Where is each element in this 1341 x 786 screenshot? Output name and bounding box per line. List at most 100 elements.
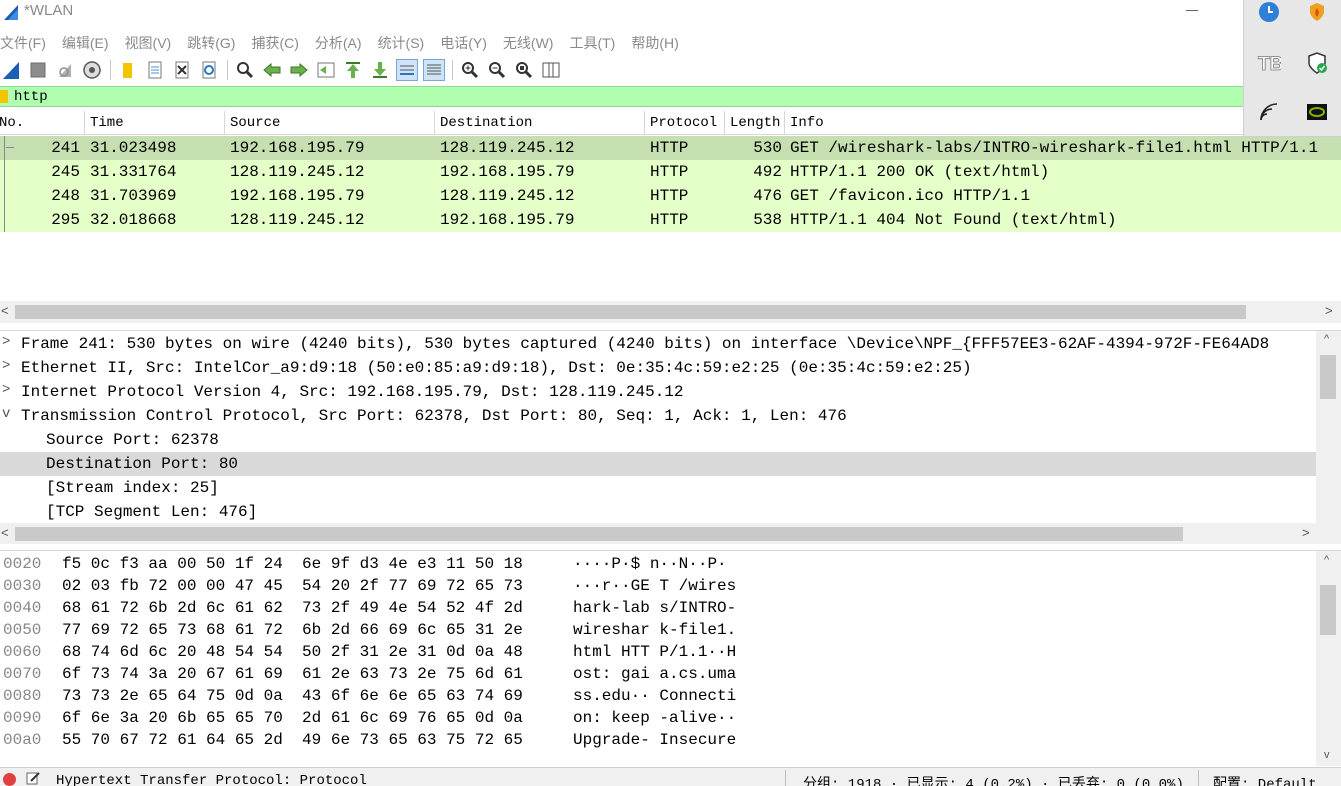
column-header-source[interactable]: Source [225, 111, 435, 135]
clock-icon[interactable] [1257, 0, 1281, 24]
capture-comment-icon[interactable] [26, 771, 40, 785]
detail-text: Ethernet II, Src: IntelCor_a9:d9:18 (50:… [21, 359, 972, 377]
colorize-icon[interactable] [423, 59, 445, 81]
detail-field-row[interactable]: [Stream index: 25] [0, 476, 1316, 500]
column-header-no[interactable]: No. [0, 111, 85, 135]
menu-item[interactable]: 帮助(H) [631, 30, 686, 54]
menu-item[interactable]: 跳转(G) [187, 30, 243, 54]
expand-chevron-icon[interactable]: > [2, 358, 16, 374]
expert-info-icon[interactable] [3, 773, 16, 786]
hex-group: 6e 9f d3 4e e3 11 50 18 [302, 555, 523, 573]
go-first-icon[interactable] [342, 59, 364, 81]
packet-info: GET /wireshark-labs/INTRO-wireshark-file… [790, 139, 1319, 157]
packet-row[interactable]: 245 31.331764 128.119.245.12 192.168.195.79… [0, 160, 1341, 184]
scrollbar-thumb[interactable] [1320, 585, 1336, 635]
expand-chevron-icon[interactable]: > [2, 382, 16, 398]
stop-capture-icon[interactable] [27, 59, 49, 81]
ascii-group: wireshar [573, 621, 650, 639]
restart-capture-icon[interactable] [54, 59, 76, 81]
scroll-left-icon[interactable]: < [1, 303, 9, 318]
status-profile[interactable]: 配置: Default [1213, 773, 1317, 786]
scroll-right-icon[interactable]: > [1302, 525, 1310, 540]
packet-row[interactable]: 248 31.703969 192.168.195.79 128.119.245.12… [0, 184, 1341, 208]
hex-group: 54 20 2f 77 69 72 65 73 [302, 577, 523, 595]
packet-destination: 128.119.245.12 [440, 139, 575, 157]
scroll-up-icon[interactable]: ^ [1324, 554, 1329, 566]
scroll-up-icon[interactable]: ^ [1324, 333, 1329, 345]
packet-info: HTTP/1.1 200 OK (text/html) [790, 163, 1050, 181]
expand-chevron-icon[interactable]: > [2, 334, 16, 350]
detail-protocol-row[interactable]: > Internet Protocol Version 4, Src: 192.1… [0, 380, 1316, 404]
column-header-destination[interactable]: Destination [435, 111, 645, 135]
find-packet-icon[interactable] [234, 59, 256, 81]
open-file-icon[interactable] [117, 59, 139, 81]
zoom-in-icon[interactable] [459, 59, 481, 81]
go-to-packet-icon[interactable] [315, 59, 337, 81]
filter-bookmark-icon[interactable] [0, 90, 8, 103]
resize-columns-icon[interactable] [540, 59, 562, 81]
hex-group: 61 2e 63 73 2e 75 6d 61 [302, 665, 523, 683]
detail-protocol-row[interactable]: > Ethernet II, Src: IntelCor_a9:d9:18 (50… [0, 356, 1316, 380]
menu-item[interactable]: 文件(F) [0, 30, 54, 54]
bytes-vscrollbar[interactable]: ^ v [1316, 551, 1341, 766]
packet-list-hscrollbar[interactable]: < > [0, 301, 1341, 323]
detail-protocol-row[interactable]: > Frame 241: 530 bytes on wire (4240 bits… [0, 332, 1316, 356]
nvidia-icon[interactable] [1305, 100, 1329, 124]
menu-item[interactable]: 工具(T) [569, 30, 623, 54]
detail-text: [Stream index: 25] [46, 479, 219, 497]
go-last-icon[interactable] [369, 59, 391, 81]
details-vscrollbar[interactable]: ^ [1316, 331, 1341, 523]
go-back-icon[interactable] [261, 59, 283, 81]
packet-protocol: HTTP [650, 139, 689, 157]
zoom-out-icon[interactable] [486, 59, 508, 81]
close-file-icon[interactable] [171, 59, 193, 81]
column-header-length[interactable]: Length [725, 111, 785, 135]
collapse-chevron-icon[interactable]: v [2, 406, 16, 422]
scrollbar-thumb[interactable] [15, 527, 1183, 541]
tb-app-icon[interactable]: TB [1257, 51, 1281, 75]
scrollbar-thumb[interactable] [15, 305, 1246, 319]
detail-field-row[interactable]: Source Port: 62378 [0, 428, 1316, 452]
scroll-down-icon[interactable]: v [1324, 749, 1330, 761]
menu-item[interactable]: 编辑(E) [62, 30, 117, 54]
detail-text: Frame 241: 530 bytes on wire (4240 bits)… [21, 335, 1270, 353]
zoom-normal-icon[interactable] [513, 59, 535, 81]
defender-shield-icon[interactable] [1305, 51, 1329, 75]
menu-item[interactable]: 分析(A) [315, 30, 370, 54]
menu-item[interactable]: 统计(S) [378, 30, 433, 54]
hex-bytes: 6f 6e 3a 20 6b 65 65 70 2d 61 6c 69 76 6… [62, 709, 523, 727]
column-header-time[interactable]: Time [85, 111, 225, 135]
auto-scroll-icon[interactable] [396, 59, 418, 81]
packet-row[interactable]: 295 32.018668 128.119.245.12 192.168.195.79… [0, 208, 1341, 232]
go-forward-icon[interactable] [288, 59, 310, 81]
security-flame-icon[interactable] [1305, 0, 1329, 24]
detail-field-row[interactable]: [TCP Segment Len: 476] [0, 500, 1316, 524]
detail-text: Transmission Control Protocol, Src Port:… [21, 407, 847, 425]
packet-row[interactable]: 241 31.023498 192.168.195.79 128.119.245.12… [0, 136, 1341, 160]
packet-list: No. Time Source Destination Protocol Len… [0, 111, 1341, 324]
menu-item[interactable]: 捕获(C) [251, 30, 306, 54]
scroll-left-icon[interactable]: < [1, 525, 9, 540]
minimize-button[interactable] [1178, 0, 1206, 22]
display-filter-input[interactable] [14, 88, 1314, 106]
capture-options-icon[interactable] [81, 59, 103, 81]
menu-item[interactable]: 电话(Y) [440, 30, 495, 54]
scroll-right-icon[interactable]: > [1325, 303, 1333, 318]
toolbar-separator [227, 60, 228, 80]
save-file-icon[interactable] [144, 59, 166, 81]
details-hscrollbar[interactable]: < > [0, 523, 1341, 544]
wifi-icon[interactable] [1257, 100, 1281, 124]
column-header-protocol[interactable]: Protocol [645, 111, 725, 135]
ascii-bytes: ss.edu·· Connecti [573, 687, 736, 705]
ascii-group: Connecti [659, 687, 737, 705]
detail-protocol-row[interactable]: v Transmission Control Protocol, Src Port… [0, 404, 1316, 428]
menu-item[interactable]: 视图(V) [125, 30, 180, 54]
menu-item[interactable]: 无线(W) [503, 30, 562, 54]
ascii-group: -alive·· [659, 709, 737, 727]
scrollbar-thumb[interactable] [1320, 355, 1336, 399]
ascii-group: P/1.1··H [659, 643, 737, 661]
start-capture-icon[interactable] [0, 59, 22, 81]
hex-group: 50 2f 31 2e 31 0d 0a 48 [302, 643, 523, 661]
detail-field-row[interactable]: Destination Port: 80 [0, 452, 1316, 476]
reload-file-icon[interactable] [198, 59, 220, 81]
